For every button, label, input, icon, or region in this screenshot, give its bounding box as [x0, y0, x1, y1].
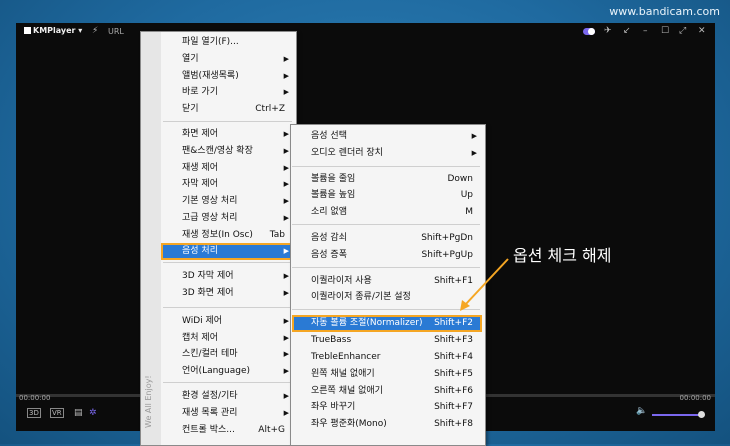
annotation-arrow [460, 258, 509, 311]
arrow-line [464, 258, 509, 306]
annotation-text: 옵션 체크 해제 [513, 246, 612, 265]
